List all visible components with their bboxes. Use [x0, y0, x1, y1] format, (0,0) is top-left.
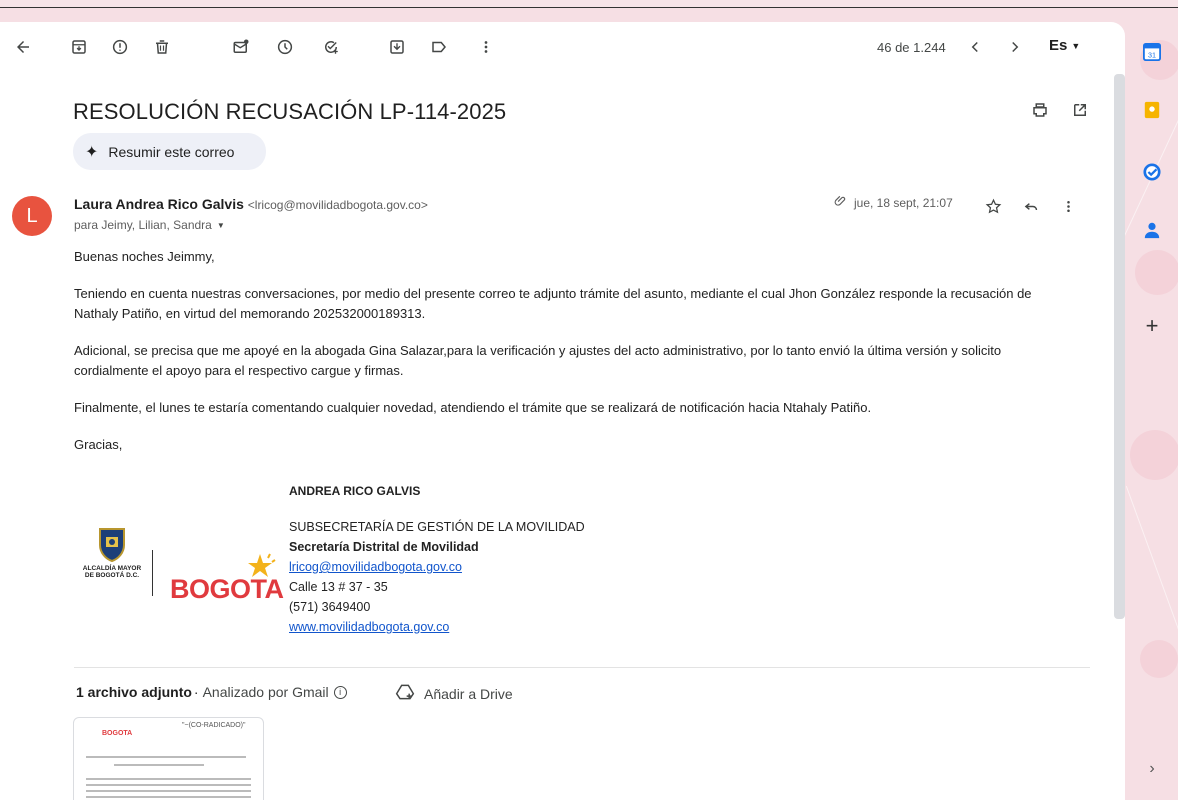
add-to-drive-button[interactable]: Añadir a Drive — [395, 682, 513, 705]
keep-icon[interactable] — [1142, 100, 1162, 120]
body-paragraph: Adicional, se precisa que me apoyé en la… — [74, 343, 1002, 378]
prev-icon[interactable] — [963, 35, 987, 59]
add-task-icon[interactable] — [319, 35, 343, 59]
attachment-icon — [834, 194, 848, 211]
subject-actions — [1030, 100, 1090, 120]
signature-org: Secretaría Distrital de Movilidad — [289, 540, 479, 554]
pager-count: 46 de 1.244 — [877, 40, 946, 55]
email-subject: RESOLUCIÓN RECUSACIÓN LP-114-2025 — [73, 99, 507, 124]
summarize-button[interactable]: ✦ Resumir este correo — [73, 133, 266, 170]
report-spam-icon[interactable] — [108, 35, 132, 59]
delete-icon[interactable] — [150, 35, 174, 59]
language-selector[interactable]: Es ▼ — [1049, 37, 1080, 54]
snooze-icon[interactable] — [273, 35, 297, 59]
calendar-icon[interactable]: 31 — [1142, 42, 1162, 62]
thumbnail-logo-text: BOGOTA — [102, 730, 133, 737]
logo-divider — [152, 550, 153, 596]
mark-unread-icon[interactable] — [229, 35, 253, 59]
back-arrow-icon[interactable] — [11, 35, 35, 59]
contacts-icon[interactable] — [1142, 220, 1162, 240]
email-body: Buenas noches Jeimmy, Teniendo en cuenta… — [74, 247, 1074, 472]
drive-label: Añadir a Drive — [424, 685, 513, 702]
email-view: 46 de 1.244 Es ▼ RESOLUCIÓN RECUSACIÓN LP… — [0, 22, 1125, 800]
body-paragraph: Finalmente, el lunes te estaría comentan… — [74, 400, 872, 415]
signature-block: SUBSECRETARÍA DE GESTIÓN DE LA MOVILIDAD… — [289, 517, 585, 637]
print-icon[interactable] — [1030, 100, 1050, 120]
drive-icon — [395, 682, 415, 705]
more-vert-icon[interactable] — [1056, 194, 1080, 218]
reply-icon[interactable] — [1019, 194, 1043, 218]
language-label: Es — [1049, 37, 1068, 54]
attachments-header: 1 archivo adjunto · Analizado por Gmail … — [76, 684, 347, 700]
body-paragraph: Buenas noches Jeimmy, — [74, 249, 215, 264]
signature-web-link[interactable]: www.movilidadbogota.gov.co — [289, 620, 449, 634]
svg-text:31: 31 — [1148, 50, 1156, 59]
label-icon[interactable] — [427, 35, 451, 59]
attachments-divider — [74, 667, 1090, 668]
chevron-down-icon: ▼ — [1071, 40, 1081, 51]
open-new-window-icon[interactable] — [1070, 100, 1090, 120]
body-paragraph: Teniendo en cuenta nuestras conversacion… — [74, 286, 1032, 321]
signature-address: Calle 13 # 37 - 35 — [289, 580, 388, 594]
avatar[interactable]: L — [12, 196, 52, 236]
analyzed-label: Analizado por Gmail — [202, 684, 329, 700]
body-paragraph: Gracias, — [74, 437, 123, 452]
chevron-down-icon: ▼ — [216, 220, 225, 230]
signature-email-link[interactable]: lricog@movilidadbogota.gov.co — [289, 560, 462, 574]
more-vert-icon[interactable] — [474, 35, 498, 59]
email-date: jue, 18 sept, 21:07 — [854, 195, 953, 210]
sparkle-icon: ✦ — [85, 143, 99, 161]
thumbnail-radicado: "~(CO-RADICADO)" — [182, 722, 246, 729]
move-to-icon[interactable] — [385, 35, 409, 59]
crest-text: ALCALDÍA MAYOR DE BOGOTÁ D.C. — [82, 565, 142, 579]
window-top-edge — [0, 0, 1178, 8]
sender-line: Laura Andrea Rico Galvis <lricog@movilid… — [74, 196, 428, 212]
bogota-wordmark: BOGOTA — [170, 574, 284, 604]
archive-icon[interactable] — [67, 35, 91, 59]
sender-email: <lricog@movilidadbogota.gov.co> — [247, 198, 428, 212]
tasks-icon[interactable] — [1142, 162, 1162, 182]
chevron-right-icon[interactable]: › — [1142, 759, 1162, 779]
scrollbar[interactable] — [1114, 74, 1125, 619]
attachment-count: 1 archivo adjunto — [76, 684, 192, 700]
separator-dot: · — [193, 684, 199, 700]
sender-name[interactable]: Laura Andrea Rico Galvis — [74, 196, 244, 212]
signature-dept: SUBSECRETARÍA DE GESTIÓN DE LA MOVILIDAD — [289, 520, 585, 534]
star-icon[interactable] — [981, 194, 1005, 218]
signature-phone: (571) 3649400 — [289, 600, 371, 614]
next-icon[interactable] — [1003, 35, 1027, 59]
recipients-toggle[interactable]: para Jeimy, Lilian, Sandra ▼ — [74, 218, 225, 232]
side-panel: 31 + › — [1126, 22, 1178, 800]
email-toolbar: 46 de 1.244 Es ▼ — [0, 22, 1125, 72]
crest-logo: ALCALDÍA MAYOR DE BOGOTÁ D.C. — [78, 527, 146, 597]
add-app-icon[interactable]: + — [1142, 313, 1162, 338]
summarize-label: Resumir este correo — [108, 143, 235, 160]
signature-name: ANDREA RICO GALVIS — [289, 484, 421, 498]
bogota-logo: BOGOTA — [170, 552, 284, 604]
attachment-thumbnail[interactable]: BOGOTA "~(CO-RADICADO)" — [73, 717, 264, 800]
email-meta: jue, 18 sept, 21:07 — [834, 194, 953, 211]
info-icon[interactable]: i — [333, 685, 347, 699]
recipients-label: para Jeimy, Lilian, Sandra — [74, 218, 212, 232]
